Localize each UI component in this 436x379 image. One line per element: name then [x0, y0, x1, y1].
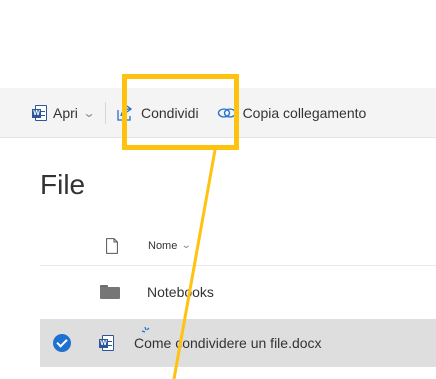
list-item[interactable]: Notebooks [40, 268, 436, 316]
share-icon [117, 104, 133, 121]
document-icon [106, 237, 118, 254]
column-header-name-label: Nome [148, 239, 178, 252]
chevron-down-icon: ⌄ [181, 240, 192, 251]
share-button[interactable]: Condividi [116, 104, 199, 122]
open-button[interactable]: W Apri ⌄ [32, 104, 95, 121]
folder-icon [100, 285, 120, 299]
link-icon [217, 107, 236, 118]
checkmark-icon[interactable] [53, 334, 71, 352]
list-header: Nome ⌄ [40, 226, 436, 266]
chevron-down-icon[interactable]: ⌄ [82, 106, 95, 120]
column-header-name[interactable]: Nome ⌄ [148, 239, 192, 252]
list-item-name[interactable]: Come condividere un file.docx [134, 335, 322, 351]
word-icon: W [32, 104, 47, 121]
copy-link-button-label: Copia collegamento [242, 104, 367, 121]
page-title: File [40, 169, 86, 200]
word-icon: W [99, 335, 114, 351]
share-button-label: Condividi [140, 104, 199, 121]
toolbar-divider [104, 101, 106, 124]
list-item[interactable]: W Come condividere un file.docx [40, 319, 436, 367]
command-bar: W Apri ⌄ Condividi Copia collegamento [0, 88, 436, 138]
new-item-sparkle-icon [141, 327, 150, 333]
list-item-name[interactable]: Notebooks [147, 284, 214, 300]
copy-link-button[interactable]: Copia collegamento [217, 104, 367, 121]
open-button-label: Apri [53, 104, 78, 121]
